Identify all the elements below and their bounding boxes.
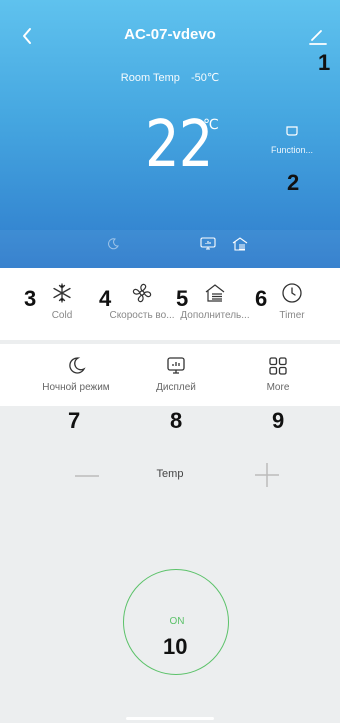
display-label: Дисплей [156, 382, 196, 393]
annotation-4: 4 [99, 286, 112, 311]
home-indicator[interactable] [126, 717, 214, 720]
display-icon [167, 357, 185, 374]
grid-icon [269, 357, 287, 375]
device-title: AC-07-vdevo [124, 26, 216, 43]
mode-fan-speed-button[interactable]: Скорость во... [102, 282, 182, 321]
function-icon [286, 126, 298, 136]
display-button[interactable]: Дисплей [126, 356, 226, 393]
annotation-1: 1 [318, 50, 331, 75]
temperature-control: Temp [0, 460, 340, 490]
annotation-5: 5 [176, 286, 189, 311]
snowflake-icon [53, 283, 71, 303]
mode-row: Cold Скорость во... Дополнитель... Timer [0, 268, 340, 340]
plus-icon[interactable] [254, 462, 280, 488]
night-mode-button[interactable]: Ночной режим [26, 356, 126, 393]
function-button[interactable]: Function... [262, 125, 322, 155]
night-mode-label: Ночной режим [42, 382, 110, 393]
header-panel: AC-07-vdevo Room Temp -50℃ 22 ℃ Function… [0, 0, 340, 268]
annotation-6: 6 [255, 286, 268, 311]
temp-control-label: Temp [156, 468, 184, 480]
moon-icon [69, 357, 86, 374]
feature-row: Ночной режим Дисплей More [0, 344, 340, 406]
display-status-icon [200, 237, 216, 250]
annotation-10: 10 [163, 634, 188, 659]
room-temp-readout: Room Temp -50℃ [0, 71, 340, 84]
fan-icon [132, 283, 152, 303]
power-label: ON [169, 616, 185, 627]
status-bar [0, 230, 340, 268]
annotation-8: 8 [170, 408, 183, 433]
temperature-unit: ℃ [203, 116, 219, 132]
more-label: More [266, 382, 290, 393]
annotation-2: 2 [287, 170, 300, 195]
mode-fan-speed-label: Скорость во... [109, 310, 175, 321]
house-status-icon [232, 237, 248, 251]
house-heat-icon [205, 284, 225, 302]
more-button[interactable]: More [228, 356, 328, 393]
annotation-9: 9 [272, 408, 285, 433]
edit-icon[interactable] [306, 24, 330, 48]
room-temp-label: Room Temp [120, 72, 180, 84]
function-label: Function... [270, 145, 314, 155]
clock-icon [282, 283, 302, 303]
annotation-3: 3 [24, 286, 37, 311]
annotation-7: 7 [68, 408, 81, 433]
room-temp-value: -50℃ [190, 72, 220, 84]
moon-status-icon [108, 238, 119, 250]
